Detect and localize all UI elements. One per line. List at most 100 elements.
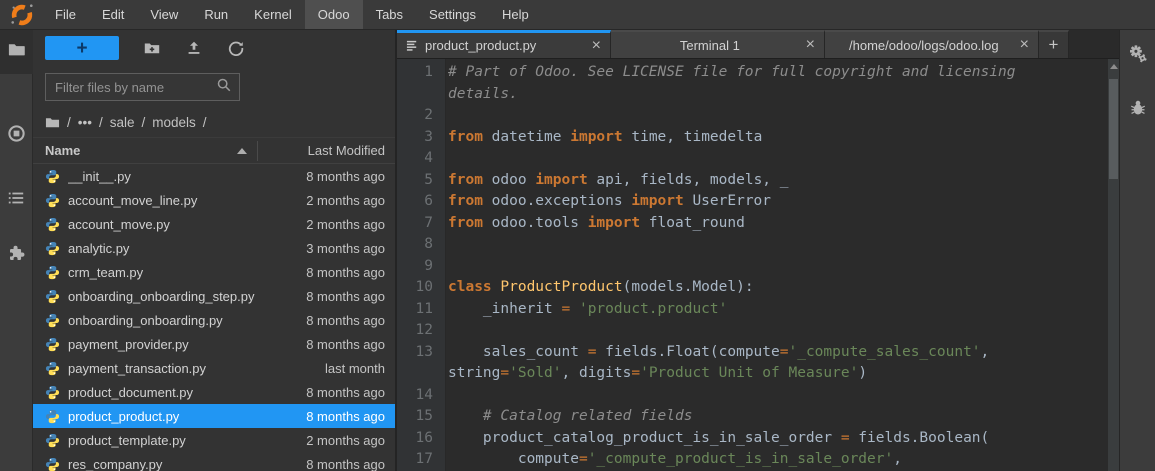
- tab-close-icon[interactable]: ×: [592, 38, 601, 54]
- running-kernels-tab[interactable]: [0, 114, 33, 158]
- filter-files-input[interactable]: [53, 79, 216, 96]
- new-tab-button[interactable]: +: [1039, 30, 1069, 58]
- file-row[interactable]: product_product.py8 months ago: [33, 404, 395, 428]
- line-number: 4: [397, 148, 440, 170]
- code-text[interactable]: # Catalog related fields: [440, 406, 692, 428]
- sort-by-modified-header[interactable]: Last Modified: [258, 143, 395, 158]
- refresh-icon[interactable]: [227, 39, 245, 57]
- menu-item-edit[interactable]: Edit: [89, 0, 137, 29]
- extensions-puzzle-icon: [8, 245, 25, 267]
- code-line: 6from odoo.exceptions import UserError: [397, 191, 1119, 213]
- code-line: 2: [397, 105, 1119, 127]
- code-text[interactable]: string='Sold', digits='Product Unit of M…: [440, 363, 867, 385]
- file-row[interactable]: account_move.py2 months ago: [33, 212, 395, 236]
- file-name: payment_transaction.py: [68, 361, 258, 376]
- folder-icon[interactable]: [45, 115, 60, 130]
- odoo-logo-icon: [8, 1, 35, 28]
- extensions-tab[interactable]: [0, 234, 33, 278]
- new-folder-button[interactable]: [143, 39, 161, 57]
- sort-by-name-header[interactable]: Name: [45, 143, 257, 158]
- code-text[interactable]: details.: [440, 84, 518, 106]
- file-row[interactable]: payment_provider.py8 months ago: [33, 332, 395, 356]
- file-modified: 8 months ago: [258, 313, 395, 328]
- file-modified: 2 months ago: [258, 193, 395, 208]
- tab-product-product-py[interactable]: product_product.py ×: [397, 30, 611, 58]
- code-text[interactable]: compute='_compute_product_is_in_sale_ord…: [440, 449, 902, 471]
- running-kernels-icon: [7, 124, 26, 148]
- menu-item-settings[interactable]: Settings: [416, 0, 489, 29]
- breadcrumb-segment-models[interactable]: models: [152, 115, 196, 130]
- filter-files-box[interactable]: [45, 73, 240, 101]
- code-line: 3from datetime import time, timedelta: [397, 127, 1119, 149]
- code-text[interactable]: _inherit = 'product.product': [440, 299, 727, 321]
- file-row[interactable]: analytic.py3 months ago: [33, 236, 395, 260]
- editor-scrollbar[interactable]: [1108, 59, 1119, 471]
- file-name: crm_team.py: [68, 265, 258, 280]
- file-row[interactable]: product_template.py2 months ago: [33, 428, 395, 452]
- menu-item-run[interactable]: Run: [191, 0, 241, 29]
- code-line: 15 # Catalog related fields: [397, 406, 1119, 428]
- file-row[interactable]: account_move_line.py2 months ago: [33, 188, 395, 212]
- code-text[interactable]: [440, 385, 448, 407]
- line-number: 5: [397, 170, 440, 192]
- breadcrumb-ellipsis[interactable]: •••: [78, 115, 92, 130]
- line-number: [397, 363, 440, 385]
- file-browser-tab[interactable]: [0, 30, 33, 74]
- code-text[interactable]: from datetime import time, timedelta: [440, 127, 762, 149]
- table-of-contents-tab[interactable]: [0, 178, 33, 222]
- python-file-icon: [45, 289, 60, 304]
- menu-item-view[interactable]: View: [137, 0, 191, 29]
- menu-item-odoo[interactable]: Odoo: [305, 0, 363, 29]
- code-text[interactable]: sales_count = fields.Float(compute='_com…: [440, 342, 989, 364]
- code-text[interactable]: [440, 105, 448, 127]
- code-editor[interactable]: 1# Part of Odoo. See LICENSE file for fu…: [397, 59, 1119, 471]
- right-activity-bar: [1119, 30, 1155, 471]
- code-text[interactable]: from odoo import api, fields, models, _: [440, 170, 789, 192]
- file-modified: 8 months ago: [258, 457, 395, 471]
- code-text[interactable]: from odoo.exceptions import UserError: [440, 191, 771, 213]
- text-editor-icon: [406, 39, 419, 52]
- code-text[interactable]: [440, 320, 448, 342]
- menu-item-tabs[interactable]: Tabs: [363, 0, 416, 29]
- property-inspector-tab[interactable]: [1120, 38, 1155, 74]
- code-text[interactable]: from odoo.tools import float_round: [440, 213, 745, 235]
- file-row[interactable]: crm_team.py8 months ago: [33, 260, 395, 284]
- breadcrumb-segment-sale[interactable]: sale: [110, 115, 135, 130]
- code-text[interactable]: # Part of Odoo. See LICENSE file for ful…: [440, 62, 1015, 84]
- left-activity-bar: [0, 30, 33, 471]
- line-number: 2: [397, 105, 440, 127]
- code-text[interactable]: [440, 148, 448, 170]
- debugger-bug-icon: [1129, 99, 1147, 122]
- file-row[interactable]: payment_transaction.pylast month: [33, 356, 395, 380]
- code-text[interactable]: product_catalog_product_is_in_sale_order…: [440, 428, 989, 450]
- file-row[interactable]: onboarding_onboarding.py8 months ago: [33, 308, 395, 332]
- file-row[interactable]: res_company.py8 months ago: [33, 452, 395, 471]
- file-row[interactable]: onboarding_onboarding_step.py8 months ag…: [33, 284, 395, 308]
- main-menu: FileEditViewRunKernelOdooTabsSettingsHel…: [42, 0, 542, 29]
- code-line: details.: [397, 84, 1119, 106]
- tab--home-odoo-logs-odoo-log[interactable]: /home/odoo/logs/odoo.log×: [825, 30, 1039, 58]
- code-text[interactable]: [440, 256, 448, 278]
- menu-item-help[interactable]: Help: [489, 0, 542, 29]
- tab-terminal-1[interactable]: Terminal 1×: [611, 30, 825, 58]
- tab-close-icon[interactable]: ×: [1020, 37, 1029, 53]
- property-inspector-gears-icon: [1128, 44, 1148, 69]
- new-launcher-button[interactable]: +: [45, 36, 119, 60]
- upload-icon[interactable]: [185, 39, 203, 57]
- code-text[interactable]: [440, 234, 448, 256]
- file-row[interactable]: __init__.py8 months ago: [33, 164, 395, 188]
- menu-item-kernel[interactable]: Kernel: [241, 0, 305, 29]
- code-line: 4: [397, 148, 1119, 170]
- scrollbar-thumb[interactable]: [1109, 79, 1118, 179]
- scrollbar-up-arrow-icon[interactable]: [1108, 59, 1119, 73]
- debugger-tab[interactable]: [1120, 92, 1155, 128]
- python-file-icon: [45, 385, 60, 400]
- file-name: res_company.py: [68, 457, 258, 471]
- line-number: 3: [397, 127, 440, 149]
- menu-item-file[interactable]: File: [42, 0, 89, 29]
- tab-label: product_product.py: [425, 38, 586, 53]
- tab-close-icon[interactable]: ×: [806, 37, 815, 53]
- file-row[interactable]: product_document.py8 months ago: [33, 380, 395, 404]
- sort-ascending-icon: [237, 148, 247, 154]
- code-text[interactable]: class ProductProduct(models.Model):: [440, 277, 754, 299]
